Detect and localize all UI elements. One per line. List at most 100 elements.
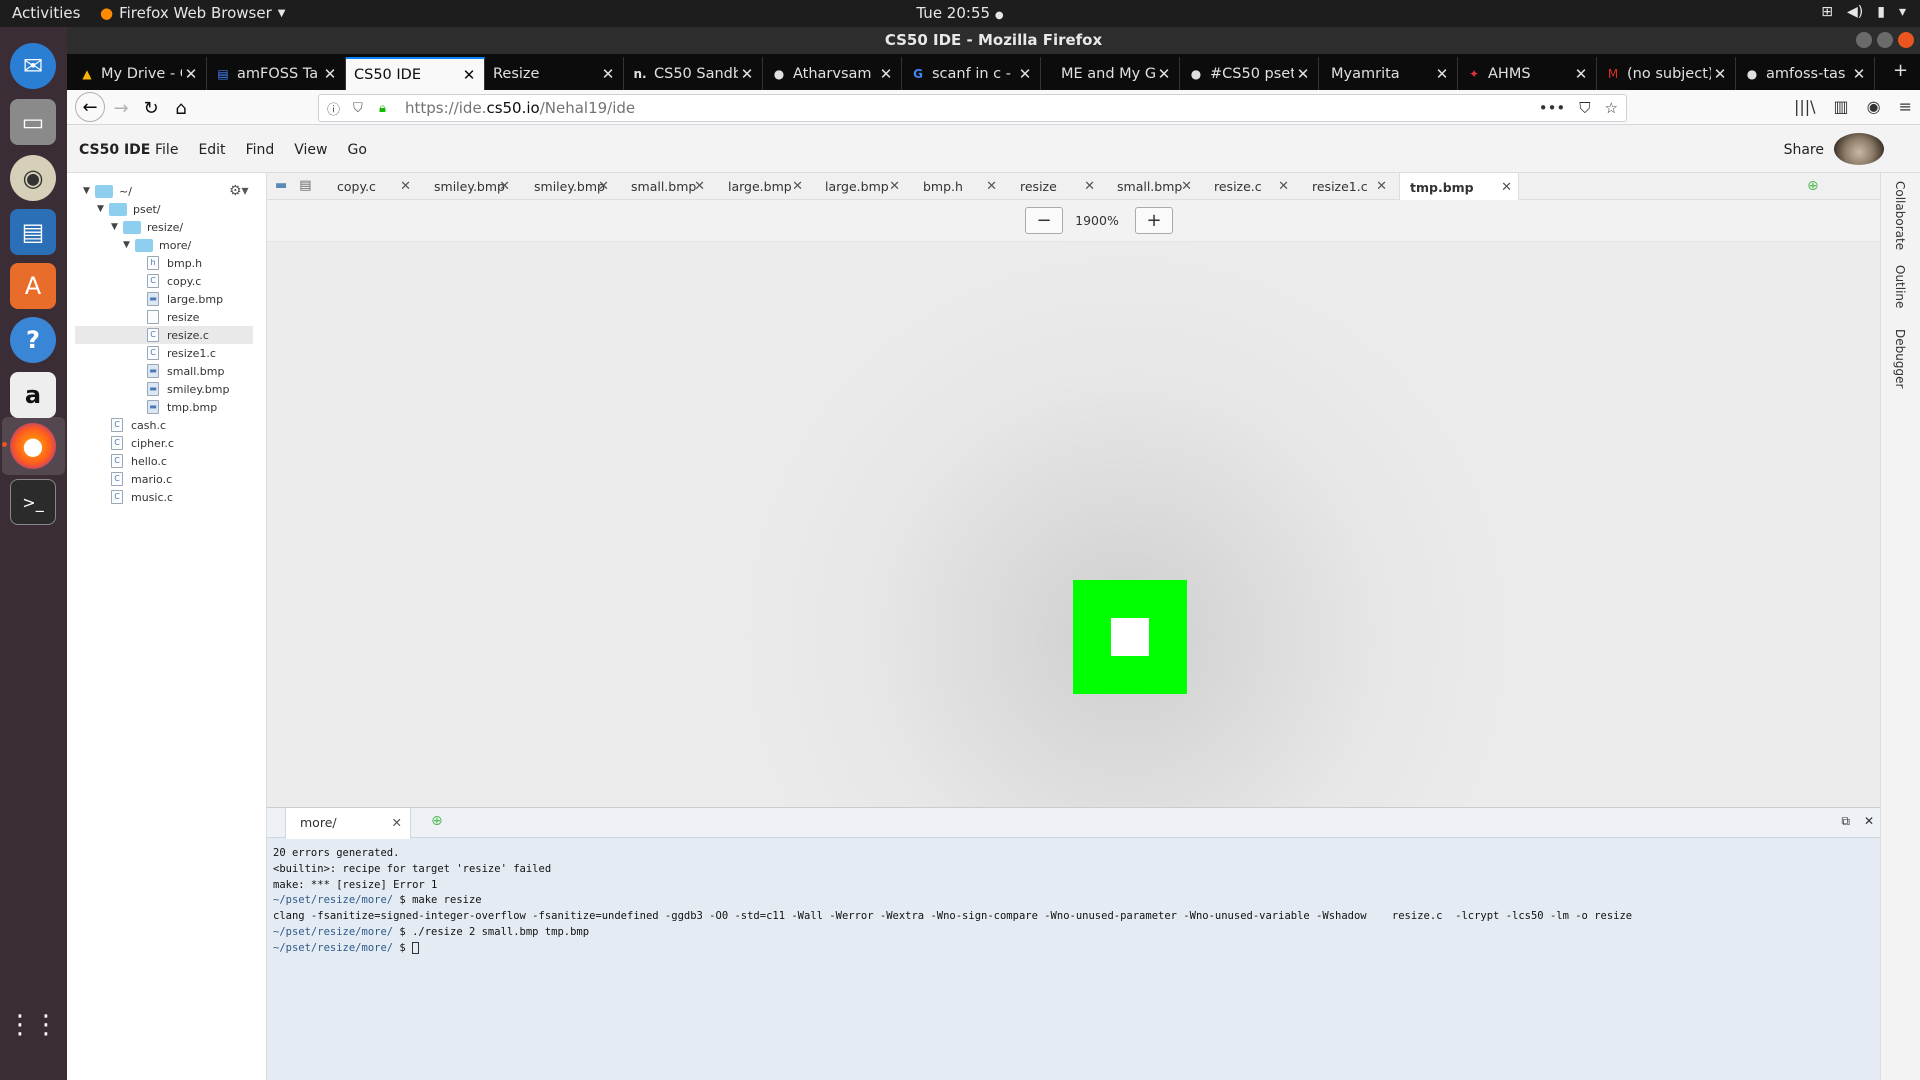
terminal-output[interactable]: 20 errors generated. <builtin>: recipe fo… (273, 846, 1873, 957)
menu-edit[interactable]: Edit (198, 142, 225, 158)
tree-file[interactable]: ▬ small.bmp (147, 362, 224, 380)
debugger-panel-tab[interactable]: Debugger (1893, 329, 1907, 388)
tab-list-icon[interactable]: ▤ (299, 178, 311, 193)
expand-arrow-icon[interactable]: ▼ (123, 240, 135, 250)
close-tab-icon[interactable]: ✕ (1850, 65, 1868, 83)
close-tab-icon[interactable]: ✕ (400, 179, 411, 194)
writer-icon[interactable]: ▤ (10, 209, 56, 255)
minimize-button[interactable] (1856, 32, 1872, 48)
editor-tab[interactable]: large.bmp ✕ (815, 173, 906, 200)
home-button[interactable]: ⌂ (167, 94, 195, 122)
browser-tab[interactable]: Resize ✕ (485, 57, 624, 90)
editor-tab[interactable]: large.bmp ✕ (718, 173, 809, 200)
menu-file[interactable]: File (155, 142, 178, 158)
terminal-icon[interactable]: >_ (10, 479, 56, 525)
tree-file[interactable]: Chello.c (111, 452, 167, 470)
close-tab-icon[interactable]: ✕ (599, 65, 617, 83)
menu-view[interactable]: View (294, 142, 327, 158)
expand-arrow-icon[interactable]: ▼ (97, 204, 109, 214)
tracking-shield-icon[interactable]: ⛉ (353, 101, 371, 116)
amazon-icon[interactable]: a (10, 372, 56, 418)
editor-tab[interactable]: bmp.h ✕ (913, 173, 1003, 200)
folder-icon[interactable]: ▬ (275, 178, 287, 193)
browser-tab[interactable]: n. CS50 Sandb ✕ (624, 57, 763, 90)
tree-file[interactable]: Cresize1.c (147, 344, 216, 362)
pocket-icon[interactable]: ⛉ (1579, 99, 1590, 117)
app-menu[interactable]: ● Firefox Web Browser ▼ (100, 4, 285, 22)
forward-button[interactable]: → (107, 94, 135, 122)
editor-tab-active[interactable]: tmp.bmp ✕ (1399, 173, 1519, 201)
close-tab-icon[interactable]: ✕ (889, 179, 900, 194)
firefox-icon[interactable]: ● (10, 423, 56, 469)
close-tab-icon[interactable]: ✕ (1294, 65, 1312, 83)
hamburger-menu-icon[interactable]: ≡ (1899, 97, 1912, 116)
terminal-tab[interactable]: more/✕ (285, 808, 411, 839)
close-tab-icon[interactable]: ✕ (1278, 179, 1289, 194)
editor-tab[interactable]: smiley.bmp ✕ (424, 173, 516, 200)
close-tab-icon[interactable]: ✕ (1501, 180, 1512, 195)
library-icon[interactable]: |||\ (1794, 97, 1816, 116)
close-tab-icon[interactable]: ✕ (1572, 65, 1590, 83)
menu-go[interactable]: Go (347, 142, 366, 158)
tree-file[interactable]: resize (147, 308, 199, 326)
system-tray[interactable]: ⊞ ◀) ▮ ▾ (1821, 4, 1906, 20)
editor-tab[interactable]: copy.c ✕ (327, 173, 417, 200)
info-icon[interactable]: ⓘ (327, 99, 345, 118)
files-icon[interactable]: ▭ (10, 99, 56, 145)
editor-tab[interactable]: resize.c ✕ (1204, 173, 1295, 200)
close-tab-icon[interactable]: ✕ (1181, 179, 1192, 194)
browser-tab[interactable]: ME and My G ✕ (1041, 57, 1180, 90)
tree-folder-pset[interactable]: ▼ pset/ (97, 200, 161, 218)
editor-tab[interactable]: resize1.c ✕ (1302, 173, 1393, 200)
close-tab-icon[interactable]: ✕ (182, 65, 200, 83)
outline-panel-tab[interactable]: Outline (1893, 265, 1907, 308)
maximize-button[interactable] (1877, 32, 1893, 48)
tree-file-selected[interactable]: Cresize.c (75, 326, 253, 344)
browser-tab-active[interactable]: CS50 IDE ✕ (346, 57, 485, 90)
close-tab-icon[interactable]: ✕ (321, 65, 339, 83)
account-icon[interactable]: ◉ (1867, 97, 1881, 116)
expand-arrow-icon[interactable]: ▼ (83, 186, 95, 196)
browser-tab[interactable]: Gscanf in c - G✕ (902, 57, 1041, 90)
close-tab-icon[interactable]: ✕ (792, 179, 803, 194)
tree-folder-root[interactable]: ▼ ~/ (83, 182, 132, 200)
tree-file[interactable]: ▬ tmp.bmp (147, 398, 217, 416)
restore-panel-icon[interactable]: ⧉ (1841, 814, 1850, 829)
lock-icon[interactable]: 🔒︎ (379, 101, 397, 116)
add-terminal-icon[interactable]: ⊕ (431, 813, 443, 829)
tree-file[interactable]: Ccopy.c (147, 272, 201, 290)
browser-tab[interactable]: ▲My Drive - G✕ (71, 57, 207, 90)
close-tab-icon[interactable]: ✕ (738, 65, 756, 83)
ide-brand[interactable]: CS50 IDE (79, 142, 150, 158)
collaborate-panel-tab[interactable]: Collaborate (1893, 181, 1907, 250)
tree-file[interactable]: Ccash.c (111, 416, 166, 434)
menu-find[interactable]: Find (246, 142, 275, 158)
close-tab-icon[interactable]: ✕ (1155, 65, 1173, 83)
close-tab-icon[interactable]: ✕ (392, 808, 402, 838)
url-bar[interactable]: ⓘ ⛉ 🔒︎ https://ide.cs50.io/Nehal19/ide •… (318, 94, 1627, 122)
share-button[interactable]: Share (1784, 142, 1824, 158)
sidebar-icon[interactable]: ▥ (1834, 97, 1849, 116)
editor-tab[interactable]: small.bmp ✕ (621, 173, 711, 200)
software-center-icon[interactable]: A (10, 263, 56, 309)
thunderbird-icon[interactable]: ✉ (10, 43, 56, 89)
clock[interactable]: Tue 20:55 (916, 4, 990, 22)
close-window-button[interactable] (1898, 32, 1914, 48)
tree-file[interactable]: ▬ smiley.bmp (147, 380, 229, 398)
gear-icon[interactable]: ⚙▾ (229, 183, 249, 199)
new-tab-button[interactable]: + (1893, 60, 1908, 81)
tree-file[interactable]: h bmp.h (147, 254, 202, 272)
tree-file[interactable]: Cmusic.c (111, 488, 173, 506)
avatar[interactable] (1834, 133, 1884, 165)
tree-folder-more[interactable]: ▼ more/ (123, 236, 191, 254)
browser-tab[interactable]: ✦ AHMS ✕ (1458, 57, 1597, 90)
browser-tab[interactable]: ● #CS50 pset ✕ (1180, 57, 1319, 90)
close-tab-icon[interactable]: ✕ (1433, 65, 1451, 83)
help-icon[interactable]: ? (10, 317, 56, 363)
browser-tab[interactable]: ▤ amFOSS Ta ✕ (207, 57, 346, 90)
browser-tab[interactable]: ● Atharvsam ✕ (763, 57, 902, 90)
editor-tab[interactable]: small.bmp ✕ (1107, 173, 1198, 200)
expand-arrow-icon[interactable]: ▼ (111, 222, 123, 232)
close-tab-icon[interactable]: ✕ (1084, 179, 1095, 194)
close-panel-icon[interactable]: ✕ (1864, 814, 1874, 829)
